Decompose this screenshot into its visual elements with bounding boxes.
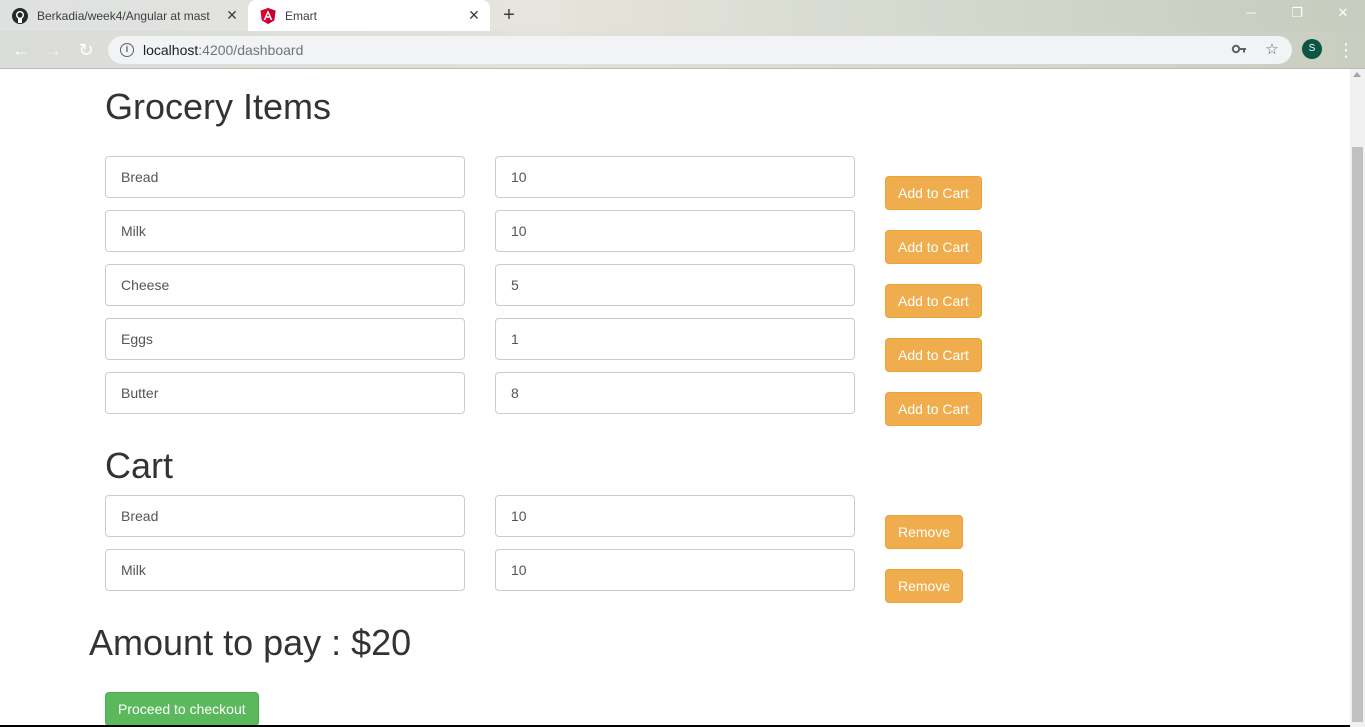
cart-item-name-field[interactable]: Bread [105,495,465,537]
scroll-up-icon[interactable] [1353,72,1361,77]
add-to-cart-button[interactable]: Add to Cart [885,230,982,264]
grocery-title: Grocery Items [105,86,332,127]
menu-icon[interactable]: ⋮ [1337,39,1355,61]
close-tab-icon[interactable]: ✕ [224,7,240,23]
scrollbar[interactable] [1350,69,1365,727]
avatar[interactable]: S [1302,39,1322,59]
cart-title: Cart [105,445,174,486]
item-qty-field[interactable]: 5 [495,264,855,306]
add-to-cart-button[interactable]: Add to Cart [885,392,982,426]
item-name-field[interactable]: Butter [105,372,465,414]
remove-button[interactable]: Remove [885,569,964,603]
key-icon[interactable] [1230,41,1248,59]
cart-item-qty-field[interactable]: 10 [495,549,855,591]
add-to-cart-button[interactable]: Add to Cart [885,176,982,210]
item-qty-field[interactable]: 10 [495,156,855,198]
add-to-cart-button[interactable]: Add to Cart [885,284,982,318]
url-text: localhost:4200/dashboard [143,42,304,58]
forward-icon[interactable]: → [42,39,64,61]
cart-item-qty-field[interactable]: 10 [495,495,855,537]
info-icon[interactable]: i [120,43,134,57]
scrollbar-thumb[interactable] [1352,147,1363,722]
proceed-to-checkout-button[interactable]: Proceed to checkout [105,692,259,726]
github-icon [12,7,28,24]
tab-strip: Berkadia/week4/Angular at mast ✕ Emart ✕… [0,0,1365,31]
remove-button[interactable]: Remove [885,515,964,549]
item-name-field[interactable]: Bread [105,156,465,198]
angular-icon [260,7,276,24]
item-name-field[interactable]: Eggs [105,318,465,360]
item-name-field[interactable]: Cheese [105,264,465,306]
tab-title: Emart [285,8,318,23]
page-content: Grocery Items Bread 10 Add to Cart Milk … [0,69,1350,727]
tab-title: Berkadia/week4/Angular at mast [37,8,210,23]
close-tab-icon[interactable]: ✕ [466,7,482,23]
back-icon[interactable]: ← [10,39,32,61]
star-icon[interactable]: ☆ [1263,41,1281,59]
restore-icon[interactable]: ❐ [1282,2,1312,24]
minimize-icon[interactable]: ─ [1236,2,1266,24]
tab-emart[interactable]: Emart ✕ [248,0,490,31]
add-to-cart-button[interactable]: Add to Cart [885,338,982,372]
cart-item-name-field[interactable]: Milk [105,549,465,591]
item-name-field[interactable]: Milk [105,210,465,252]
item-qty-field[interactable]: 10 [495,210,855,252]
amount-to-pay: Amount to pay : $20 [89,622,412,663]
new-tab-icon[interactable]: + [499,5,519,25]
reload-icon[interactable]: ↻ [75,39,97,61]
close-window-icon[interactable]: ✕ [1328,2,1358,24]
address-bar[interactable]: i localhost:4200/dashboard ☆ [108,36,1292,64]
item-qty-field[interactable]: 1 [495,318,855,360]
item-qty-field[interactable]: 8 [495,372,855,414]
browser-toolbar: ← → ↻ i localhost:4200/dashboard ☆ S ⋮ [0,31,1365,69]
tab-github[interactable]: Berkadia/week4/Angular at mast ✕ [0,0,248,31]
